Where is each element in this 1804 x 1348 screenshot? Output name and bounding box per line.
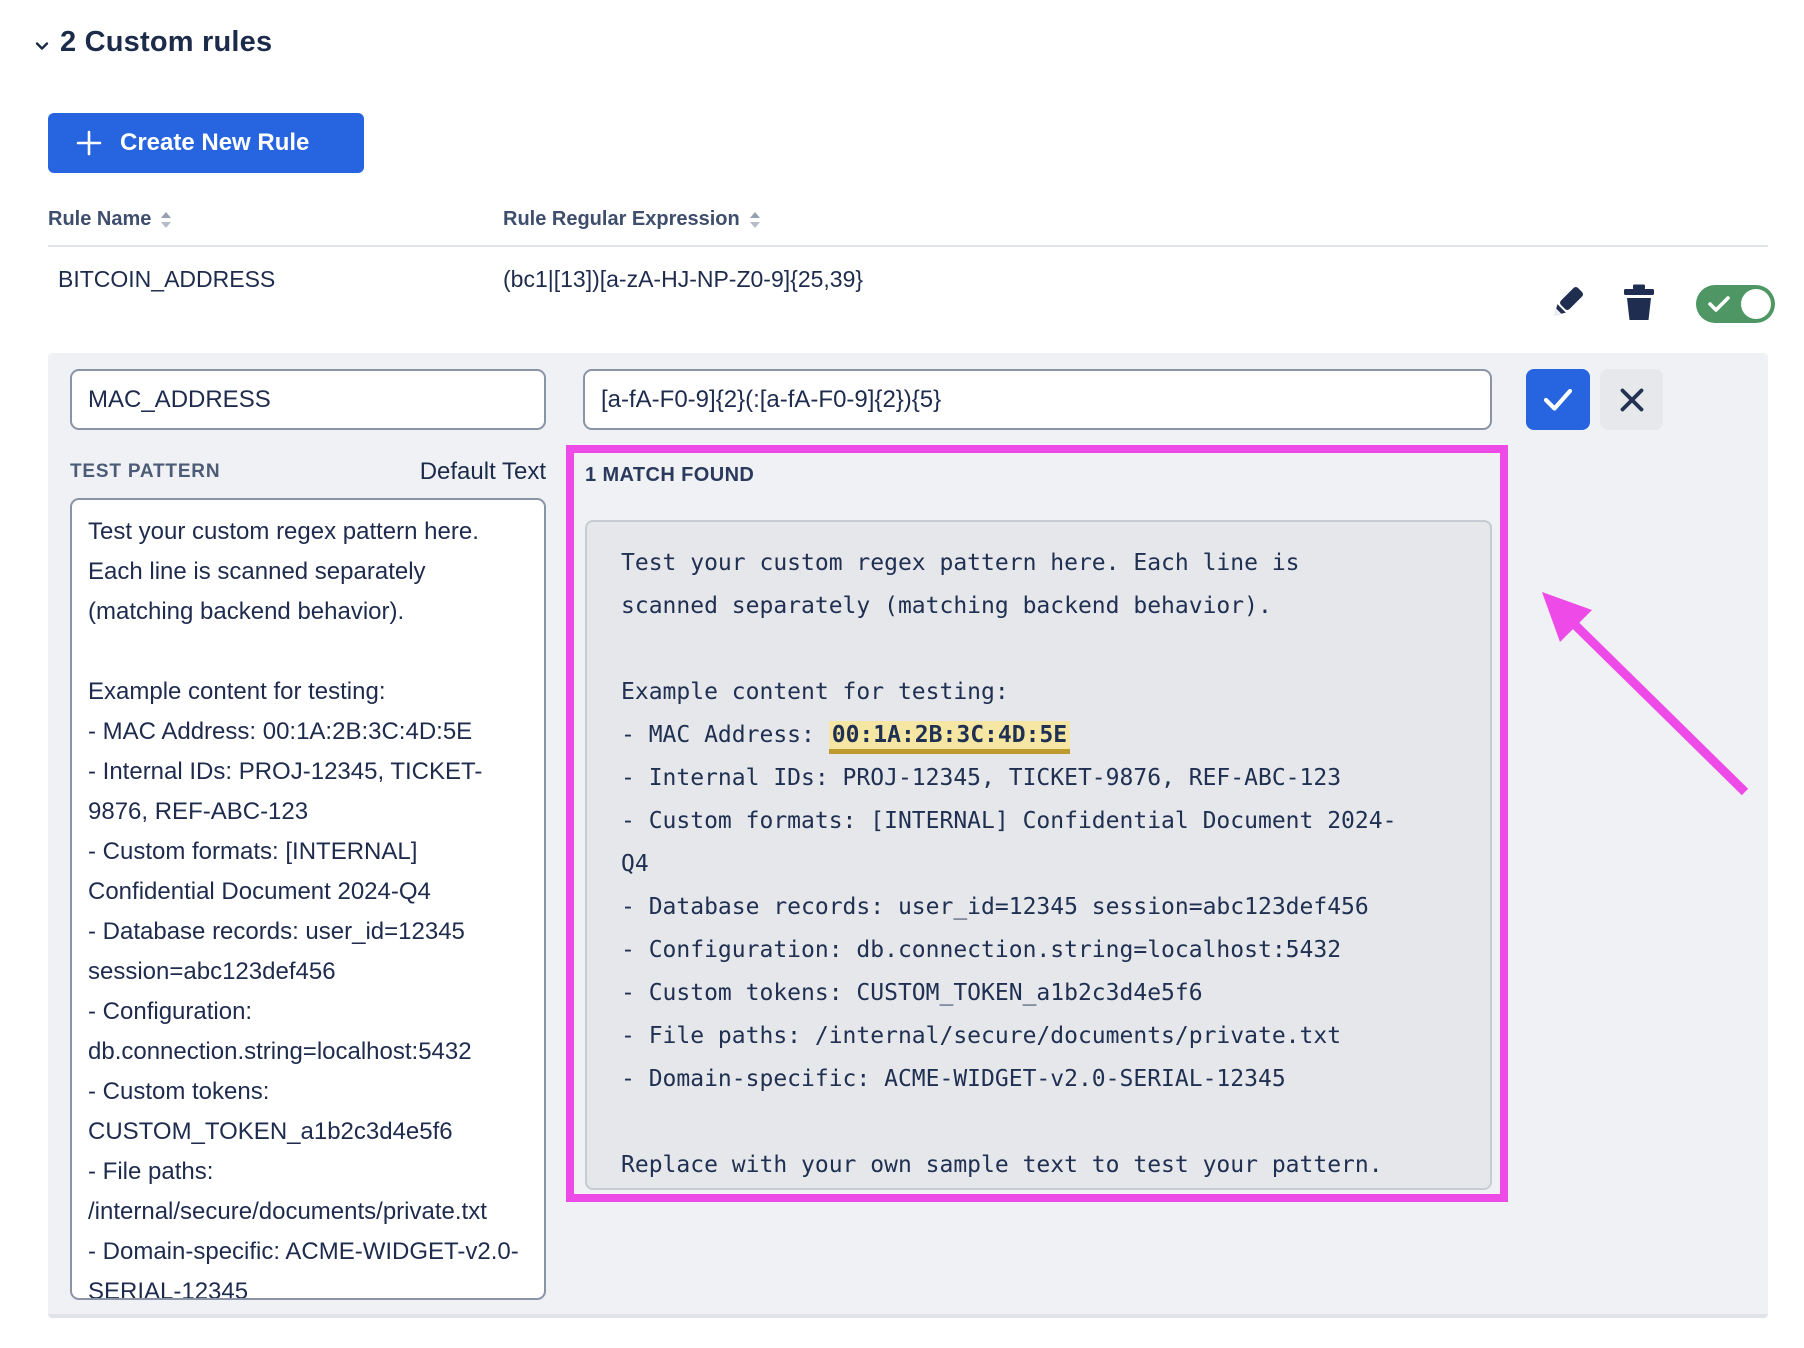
column-header-rule-regex[interactable]: Rule Regular Expression — [503, 208, 762, 231]
check-icon — [1708, 295, 1730, 313]
close-icon — [1619, 387, 1645, 413]
table-header-divider — [48, 245, 1768, 247]
column-header-label: Rule Regular Expression — [503, 208, 740, 231]
match-result-box: Test your custom regex pattern here. Eac… — [585, 520, 1492, 1190]
toggle-knob — [1741, 289, 1771, 319]
default-text-label[interactable]: Default Text — [420, 458, 546, 485]
create-new-rule-button[interactable]: Create New Rule — [48, 113, 364, 173]
rule-regex-input[interactable] — [583, 369, 1492, 430]
match-count-heading: 1 MATCH FOUND — [585, 464, 754, 487]
sort-icon[interactable] — [748, 210, 762, 230]
pencil-icon — [1547, 281, 1589, 323]
column-header-label: Rule Name — [48, 208, 151, 231]
collapse-chevron-icon[interactable] — [34, 38, 50, 54]
check-icon — [1543, 387, 1573, 413]
create-new-rule-label: Create New Rule — [120, 129, 309, 157]
rule-regex-cell: (bc1|[13])[a-zA-HJ-NP-Z0-9]{25,39} — [503, 266, 863, 293]
confirm-rule-button[interactable] — [1526, 369, 1590, 430]
plus-icon — [74, 128, 104, 158]
match-text-before: Test your custom regex pattern here. Eac… — [621, 550, 1313, 748]
sort-icon[interactable] — [159, 210, 173, 230]
matched-token: 00:1A:2B:3C:4D:5E — [829, 721, 1070, 754]
test-pattern-textarea[interactable]: Test your custom regex pattern here. Eac… — [70, 498, 546, 1300]
delete-rule-button[interactable] — [1618, 281, 1660, 323]
trash-icon — [1618, 281, 1660, 323]
page-title: 2 Custom rules — [60, 26, 272, 59]
match-text-after: - Internal IDs: PROJ-12345, TICKET-9876,… — [621, 765, 1396, 1178]
rule-name-input[interactable] — [70, 369, 546, 430]
default-text-action: Default Text — [70, 458, 546, 486]
rule-enabled-toggle[interactable] — [1696, 285, 1775, 323]
cancel-edit-button[interactable] — [1600, 369, 1663, 430]
match-result-text: Test your custom regex pattern here. Eac… — [621, 542, 1396, 1187]
column-header-rule-name[interactable]: Rule Name — [48, 208, 173, 231]
edit-rule-button[interactable] — [1547, 281, 1589, 323]
rule-name-cell: BITCOIN_ADDRESS — [58, 266, 275, 293]
